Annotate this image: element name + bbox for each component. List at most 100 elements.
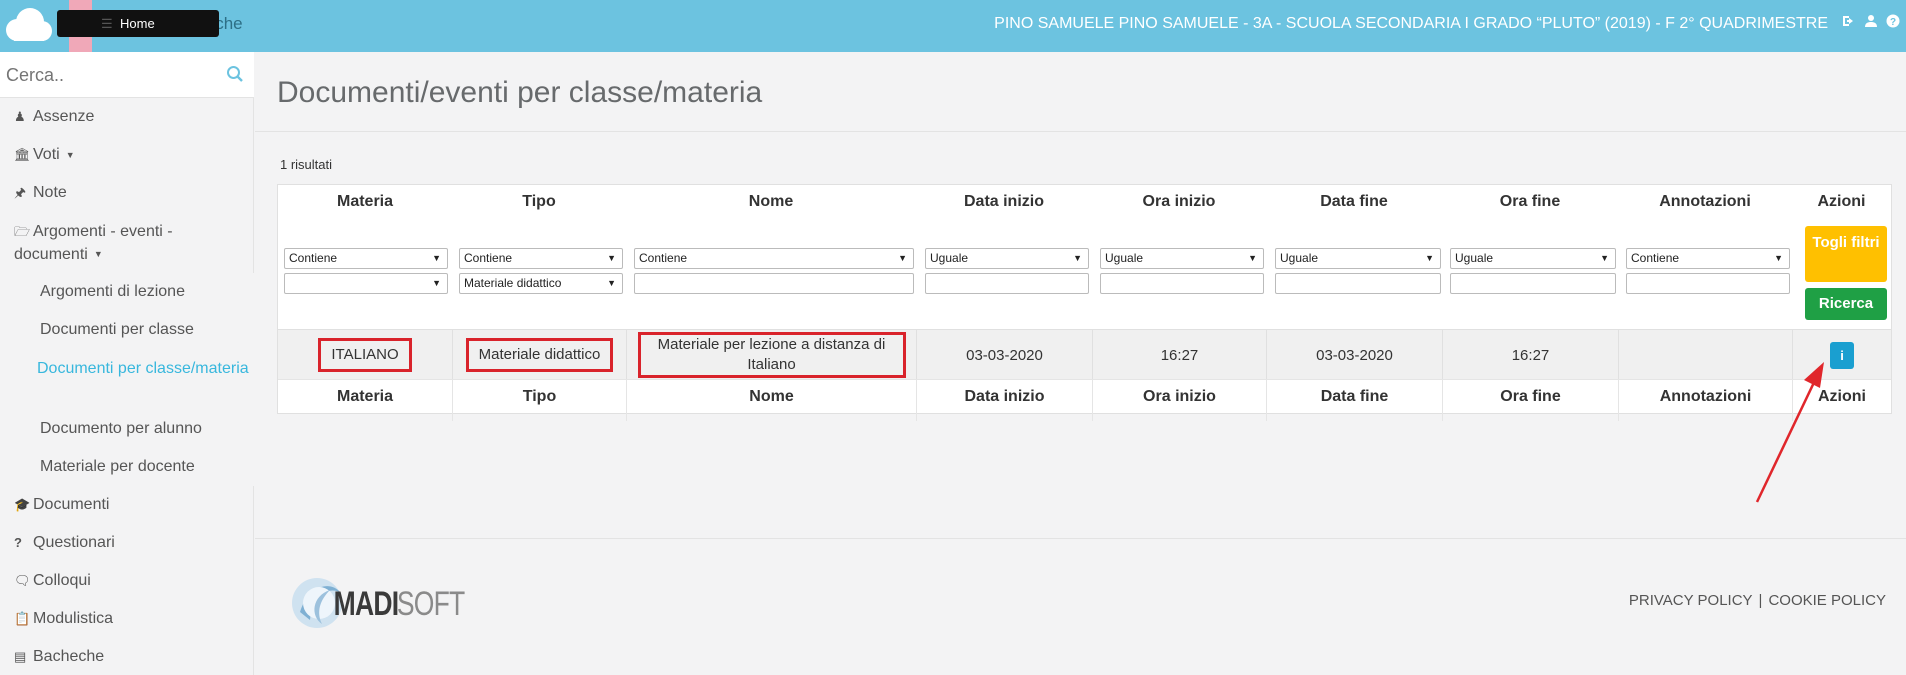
sidebar-item-label: Bacheche (33, 648, 105, 665)
ora-fine-filter-op-select[interactable]: Uguale ▼ (1450, 248, 1616, 269)
cookie-policy-link[interactable]: COOKIE POLICY (1768, 592, 1886, 609)
select-arrow-icon: ▼ (607, 253, 616, 263)
highlight-box: ITALIANO (318, 338, 412, 372)
tipo-filter-op-select[interactable]: Contiene ▼ (459, 248, 623, 269)
tipo-filter-value-select[interactable]: Materiale didattico ▼ (459, 273, 623, 294)
footer-divider (255, 538, 1906, 539)
column-header-materia[interactable]: Materia (278, 185, 452, 227)
data-inizio-filter-input[interactable] (925, 273, 1089, 294)
column-footer-data-inizio: Data inizio (916, 380, 1092, 421)
select-value: Materiale didattico (464, 276, 562, 290)
sidebar-item-questionari[interactable]: ? Questionari (0, 524, 254, 562)
table-header: Materia Tipo Nome Data inizio Ora inizio… (278, 185, 1891, 227)
search-icon[interactable] (226, 65, 244, 83)
column-footer-data-fine: Data fine (1266, 380, 1442, 421)
sidebar-subitem-documenti-classe[interactable]: Documenti per classe (0, 311, 254, 349)
hamburger-icon[interactable]: ☰ (101, 10, 113, 37)
sidebar-item-label: Questionari (33, 534, 115, 551)
sidebar-item-argomenti[interactable]: 🗁 Argomenti - eventi - documenti ▼ (0, 212, 254, 273)
page-title: Documenti/eventi per classe/materia (277, 76, 763, 109)
results-count: 1 risultati (280, 157, 333, 172)
sidebar-item-modulistica[interactable]: 📋 Modulistica (0, 600, 254, 638)
materia-filter-value-select[interactable]: ▼ (284, 273, 448, 294)
column-header-data-inizio[interactable]: Data inizio (916, 185, 1092, 227)
cell-tipo: Materiale didattico (452, 330, 626, 380)
sidebar-item-colloqui[interactable]: 🗨 Colloqui (0, 562, 254, 600)
select-arrow-icon: ▼ (607, 278, 616, 288)
help-icon[interactable]: ? (1886, 14, 1900, 32)
ora-inizio-filter-op-select[interactable]: Uguale ▼ (1100, 248, 1264, 269)
materia-filter-op-select[interactable]: Contiene ▼ (284, 248, 448, 269)
column-header-tipo[interactable]: Tipo (452, 185, 626, 227)
select-arrow-icon: ▼ (898, 253, 907, 263)
sidebar-subitem-materiale-docente[interactable]: Materiale per docente (0, 448, 254, 486)
data-fine-filter-input[interactable] (1275, 273, 1441, 294)
data-fine-filter-op-select[interactable]: Uguale ▼ (1275, 248, 1441, 269)
privacy-policy-link[interactable]: PRIVACY POLICY (1629, 592, 1753, 609)
footer-separator: | (1758, 592, 1763, 609)
annotazioni-filter-op-select[interactable]: Contiene ▼ (1626, 248, 1790, 269)
home-label: Home (120, 16, 155, 31)
cell-data-inizio: 03-03-2020 (916, 330, 1092, 380)
nome-filter-op-select[interactable]: Contiene ▼ (634, 248, 914, 269)
sidebar-search (0, 52, 254, 98)
column-header-annotazioni[interactable]: Annotazioni (1618, 185, 1792, 227)
column-header-nome[interactable]: Nome (626, 185, 916, 227)
home-tooltip[interactable]: ☰ Home (57, 10, 219, 37)
sidebar-subitem-argomenti-lezione[interactable]: Argomenti di lezione (0, 273, 254, 311)
sidebar-item-label: Voti (33, 146, 60, 164)
sidebar-item-label: Documenti (33, 496, 110, 513)
caret-down-icon: ▼ (65, 150, 75, 160)
question-icon: ? (14, 535, 22, 550)
select-value: Contiene (639, 251, 688, 265)
search-input[interactable] (6, 60, 216, 90)
cloud-logo-icon[interactable] (2, 4, 54, 44)
madisoft-logo: MADI SOFT (292, 578, 465, 628)
cell-ora-fine: 16:27 (1442, 330, 1618, 380)
svg-text:MADI: MADI (334, 585, 399, 623)
documents-table: Materia Tipo Nome Data inizio Ora inizio… (277, 184, 1892, 421)
sidebar-submenu: Argomenti di lezione Documenti per class… (0, 273, 254, 486)
comments-icon: 🗨 (14, 573, 31, 588)
sidebar-item-documenti[interactable]: 🎓 Documenti (0, 486, 254, 524)
table-footer: Materia Tipo Nome Data inizio Ora inizio… (278, 379, 1891, 421)
sidebar-item-bacheche[interactable]: ▤ Bacheche (0, 638, 254, 675)
select-value: Uguale (1280, 251, 1319, 265)
sidebar-subitem-documento-alunno[interactable]: Documento per alunno (0, 410, 254, 448)
select-arrow-icon: ▼ (432, 278, 441, 288)
annotazioni-filter-input[interactable] (1626, 273, 1790, 294)
sidebar-subitem-label: Documenti per classe (40, 321, 194, 338)
clipboard-icon: 📋 (14, 611, 31, 626)
sidebar-subitem-documenti-classe-materia[interactable]: Documenti per classe/materia (0, 349, 254, 410)
ora-inizio-filter-input[interactable] (1100, 273, 1264, 294)
sidebar-item-voti[interactable]: 🏛 Voti ▼ (0, 136, 254, 174)
ora-fine-filter-input[interactable] (1450, 273, 1616, 294)
clear-filters-button[interactable]: Togli filtri (1805, 226, 1887, 282)
select-value: Uguale (930, 251, 969, 265)
table-row[interactable]: ITALIANO Materiale didattico Materiale p… (278, 329, 1891, 380)
column-header-ora-fine[interactable]: Ora fine (1442, 185, 1618, 227)
filter-row: Contiene ▼ ▼ Contiene ▼ Materiale didattic… (278, 227, 1891, 313)
column-footer-ora-fine: Ora fine (1442, 380, 1618, 421)
sign-out-icon[interactable] (1842, 14, 1856, 32)
column-header-azioni: Azioni (1817, 193, 1866, 210)
svg-text:SOFT: SOFT (397, 585, 465, 623)
select-arrow-icon: ▼ (432, 253, 441, 263)
sidebar-item-assenze[interactable]: ♟ Assenze (0, 98, 254, 136)
select-value: Uguale (1455, 251, 1494, 265)
sidebar-subitem-label: Materiale per docente (40, 458, 195, 475)
search-button[interactable]: Ricerca (1805, 288, 1887, 320)
cell-materia: ITALIANO (278, 330, 452, 380)
column-header-ora-inizio[interactable]: Ora inizio (1092, 185, 1266, 227)
user-icon: ♟ (14, 109, 26, 124)
nome-filter-input[interactable] (634, 273, 914, 294)
title-divider (255, 131, 1906, 132)
column-footer-tipo: Tipo (452, 380, 626, 421)
user-icon[interactable] (1864, 14, 1878, 32)
column-header-data-fine[interactable]: Data fine (1266, 185, 1442, 227)
highlight-box: Materiale didattico (465, 338, 614, 372)
data-inizio-filter-op-select[interactable]: Uguale ▼ (925, 248, 1089, 269)
select-value: Contiene (289, 251, 338, 265)
sidebar-item-note[interactable]: 🖈 Note (0, 174, 254, 212)
sidebar-item-label: Colloqui (33, 572, 91, 589)
